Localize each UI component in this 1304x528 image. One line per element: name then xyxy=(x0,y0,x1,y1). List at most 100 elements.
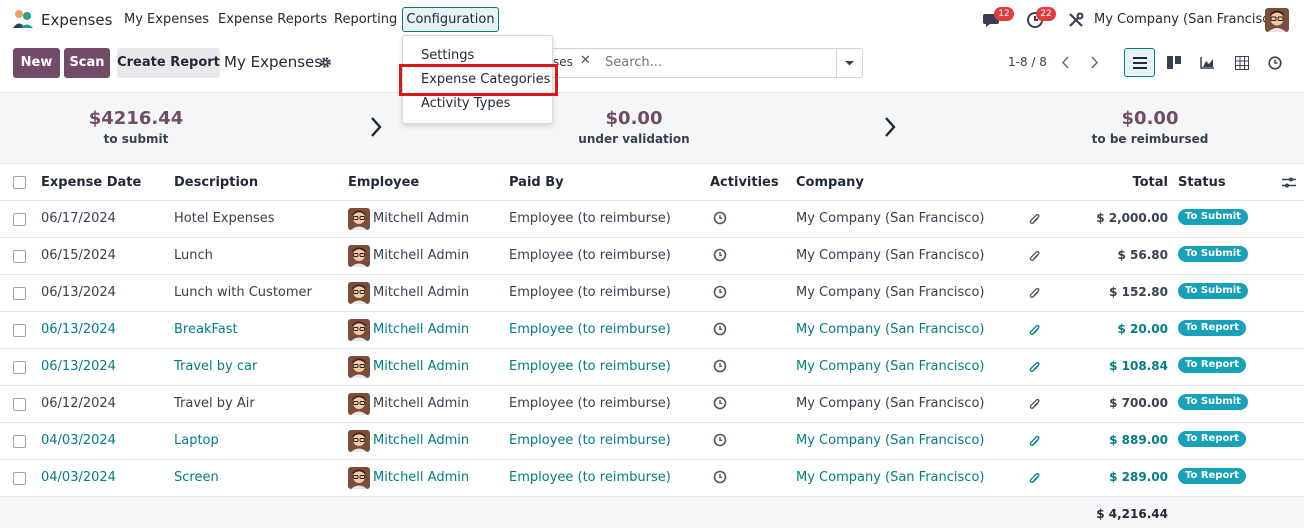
table-row[interactable]: 06/13/2024 Lunch with Customer Mitchell Ad… xyxy=(0,275,1304,312)
cell-employee: Mitchell Admin xyxy=(373,433,470,448)
cell-employee: Mitchell Admin xyxy=(373,396,470,411)
status-badge: To Submit xyxy=(1178,394,1248,410)
status-badge: To Submit xyxy=(1178,246,1248,262)
search-bar[interactable] xyxy=(548,48,836,78)
pivot-view-button[interactable] xyxy=(1226,48,1257,77)
cell-expense-date: 04/03/2024 xyxy=(41,433,116,448)
paperclip-icon[interactable] xyxy=(1029,324,1041,337)
table-row[interactable]: 04/03/2024 Screen Mitchell Admin Employee (… xyxy=(0,460,1304,497)
row-checkbox[interactable] xyxy=(13,398,26,411)
activity-clock-icon[interactable] xyxy=(713,211,727,225)
column-activities[interactable]: Activities xyxy=(710,175,779,190)
row-checkbox[interactable] xyxy=(13,435,26,448)
activities-badge: 22 xyxy=(1036,7,1056,21)
menu-expense-reports[interactable]: Expense Reports xyxy=(218,12,327,27)
column-total[interactable]: Total xyxy=(1132,175,1168,190)
expenses-app-icon[interactable] xyxy=(12,9,34,29)
activity-view-button[interactable] xyxy=(1259,48,1290,77)
new-button[interactable]: New xyxy=(13,48,60,78)
scan-button[interactable]: Scan xyxy=(64,48,110,78)
table-row[interactable]: 06/17/2024 Hotel Expenses Mitchell Admin Em… xyxy=(0,201,1304,238)
paperclip-icon[interactable] xyxy=(1029,435,1041,448)
summary-amount-to-submit[interactable]: $4216.44 xyxy=(36,108,236,129)
activity-clock-icon[interactable] xyxy=(713,285,727,299)
employee-avatar xyxy=(348,393,370,415)
dropdown-item-activity-types[interactable]: Activity Types xyxy=(421,96,510,111)
company-switcher[interactable]: My Company (San Francisco) xyxy=(1094,12,1282,27)
column-expense-date[interactable]: Expense Date xyxy=(41,175,141,190)
activity-clock-icon[interactable] xyxy=(713,322,727,336)
paperclip-icon[interactable] xyxy=(1029,472,1041,485)
tools-icon[interactable] xyxy=(1067,11,1085,29)
table-row[interactable]: 06/12/2024 Travel by Air Mitchell Admin Emp… xyxy=(0,386,1304,423)
table-row[interactable]: 06/13/2024 BreakFast Mitchell Admin Employe… xyxy=(0,312,1304,349)
facet-close-icon[interactable]: ✕ xyxy=(580,53,591,68)
row-checkbox[interactable] xyxy=(13,250,26,263)
cell-company: My Company (San Francisco) xyxy=(796,211,985,226)
employee-avatar-image xyxy=(348,393,370,415)
cell-company: My Company (San Francisco) xyxy=(796,248,985,263)
pager-previous-button[interactable] xyxy=(1051,48,1080,77)
table-row[interactable]: 06/15/2024 Lunch Mitchell Admin Employee (t… xyxy=(0,238,1304,275)
table-row[interactable]: 04/03/2024 Laptop Mitchell Admin Employee (… xyxy=(0,423,1304,460)
paperclip-icon[interactable] xyxy=(1029,361,1041,374)
paperclip-icon[interactable] xyxy=(1029,398,1041,411)
search-options-toggle[interactable] xyxy=(836,48,863,78)
cell-description: Travel by Air xyxy=(174,396,255,411)
summary-amount-under-validation[interactable]: $0.00 xyxy=(534,108,734,129)
pager-value[interactable]: 1-8 / 8 xyxy=(1008,55,1047,69)
clock-icon xyxy=(1267,55,1282,70)
select-all-checkbox[interactable] xyxy=(13,176,26,189)
pager-next-button[interactable] xyxy=(1080,48,1109,77)
status-badge: To Report xyxy=(1178,431,1247,447)
chevron-left-icon xyxy=(1061,56,1069,69)
paperclip-icon[interactable] xyxy=(1029,287,1041,300)
optional-columns-icon[interactable] xyxy=(1282,176,1296,189)
cell-description: Lunch xyxy=(174,248,213,263)
row-checkbox[interactable] xyxy=(13,472,26,485)
kanban-view-button[interactable] xyxy=(1158,48,1189,77)
dropdown-item-settings[interactable]: Settings xyxy=(421,48,474,63)
activity-clock-icon[interactable] xyxy=(713,248,727,262)
chevron-right-icon xyxy=(885,117,896,137)
summary-label-to-submit: to submit xyxy=(103,132,169,146)
gear-icon[interactable] xyxy=(319,56,332,69)
cell-description: Travel by car xyxy=(174,359,258,374)
column-description[interactable]: Description xyxy=(174,175,258,190)
row-checkbox[interactable] xyxy=(13,287,26,300)
table-row[interactable]: 06/13/2024 Travel by car Mitchell Admin Emp… xyxy=(0,349,1304,386)
menu-my-expenses[interactable]: My Expenses xyxy=(124,12,209,27)
cell-company: My Company (San Francisco) xyxy=(796,359,985,374)
column-employee[interactable]: Employee xyxy=(348,175,419,190)
employee-avatar xyxy=(348,467,370,489)
column-paid-by[interactable]: Paid By xyxy=(509,175,564,190)
graph-view-button[interactable] xyxy=(1192,48,1223,77)
user-avatar[interactable] xyxy=(1265,8,1289,32)
row-checkbox[interactable] xyxy=(13,213,26,226)
list-view-button[interactable] xyxy=(1124,48,1155,77)
activity-clock-icon[interactable] xyxy=(713,470,727,484)
paperclip-icon[interactable] xyxy=(1029,250,1041,263)
cell-company: My Company (San Francisco) xyxy=(796,433,985,448)
cell-total: $ 108.84 xyxy=(1109,359,1168,373)
activity-clock-icon[interactable] xyxy=(713,359,727,373)
cell-paid-by: Employee (to reimburse) xyxy=(509,211,671,226)
summary-amount-to-be-reimbursed[interactable]: $0.00 xyxy=(1050,108,1250,129)
column-company[interactable]: Company xyxy=(796,175,864,190)
employee-avatar-image xyxy=(348,356,370,378)
search-input[interactable]: Search... xyxy=(605,55,662,70)
menu-reporting[interactable]: Reporting xyxy=(334,12,397,27)
create-report-button[interactable]: Create Report xyxy=(117,48,220,78)
column-status[interactable]: Status xyxy=(1178,175,1226,190)
menu-configuration[interactable]: Configuration xyxy=(402,7,499,32)
cell-total: $ 152.80 xyxy=(1109,285,1168,299)
paperclip-icon[interactable] xyxy=(1029,213,1041,226)
app-name[interactable]: Expenses xyxy=(41,11,112,29)
row-checkbox[interactable] xyxy=(13,324,26,337)
status-badge: To Report xyxy=(1178,357,1247,373)
row-checkbox[interactable] xyxy=(13,361,26,374)
cell-company: My Company (San Francisco) xyxy=(796,396,985,411)
activity-clock-icon[interactable] xyxy=(713,396,727,410)
summary-label-to-be-reimbursed: to be reimbursed xyxy=(1091,132,1209,146)
activity-clock-icon[interactable] xyxy=(713,433,727,447)
